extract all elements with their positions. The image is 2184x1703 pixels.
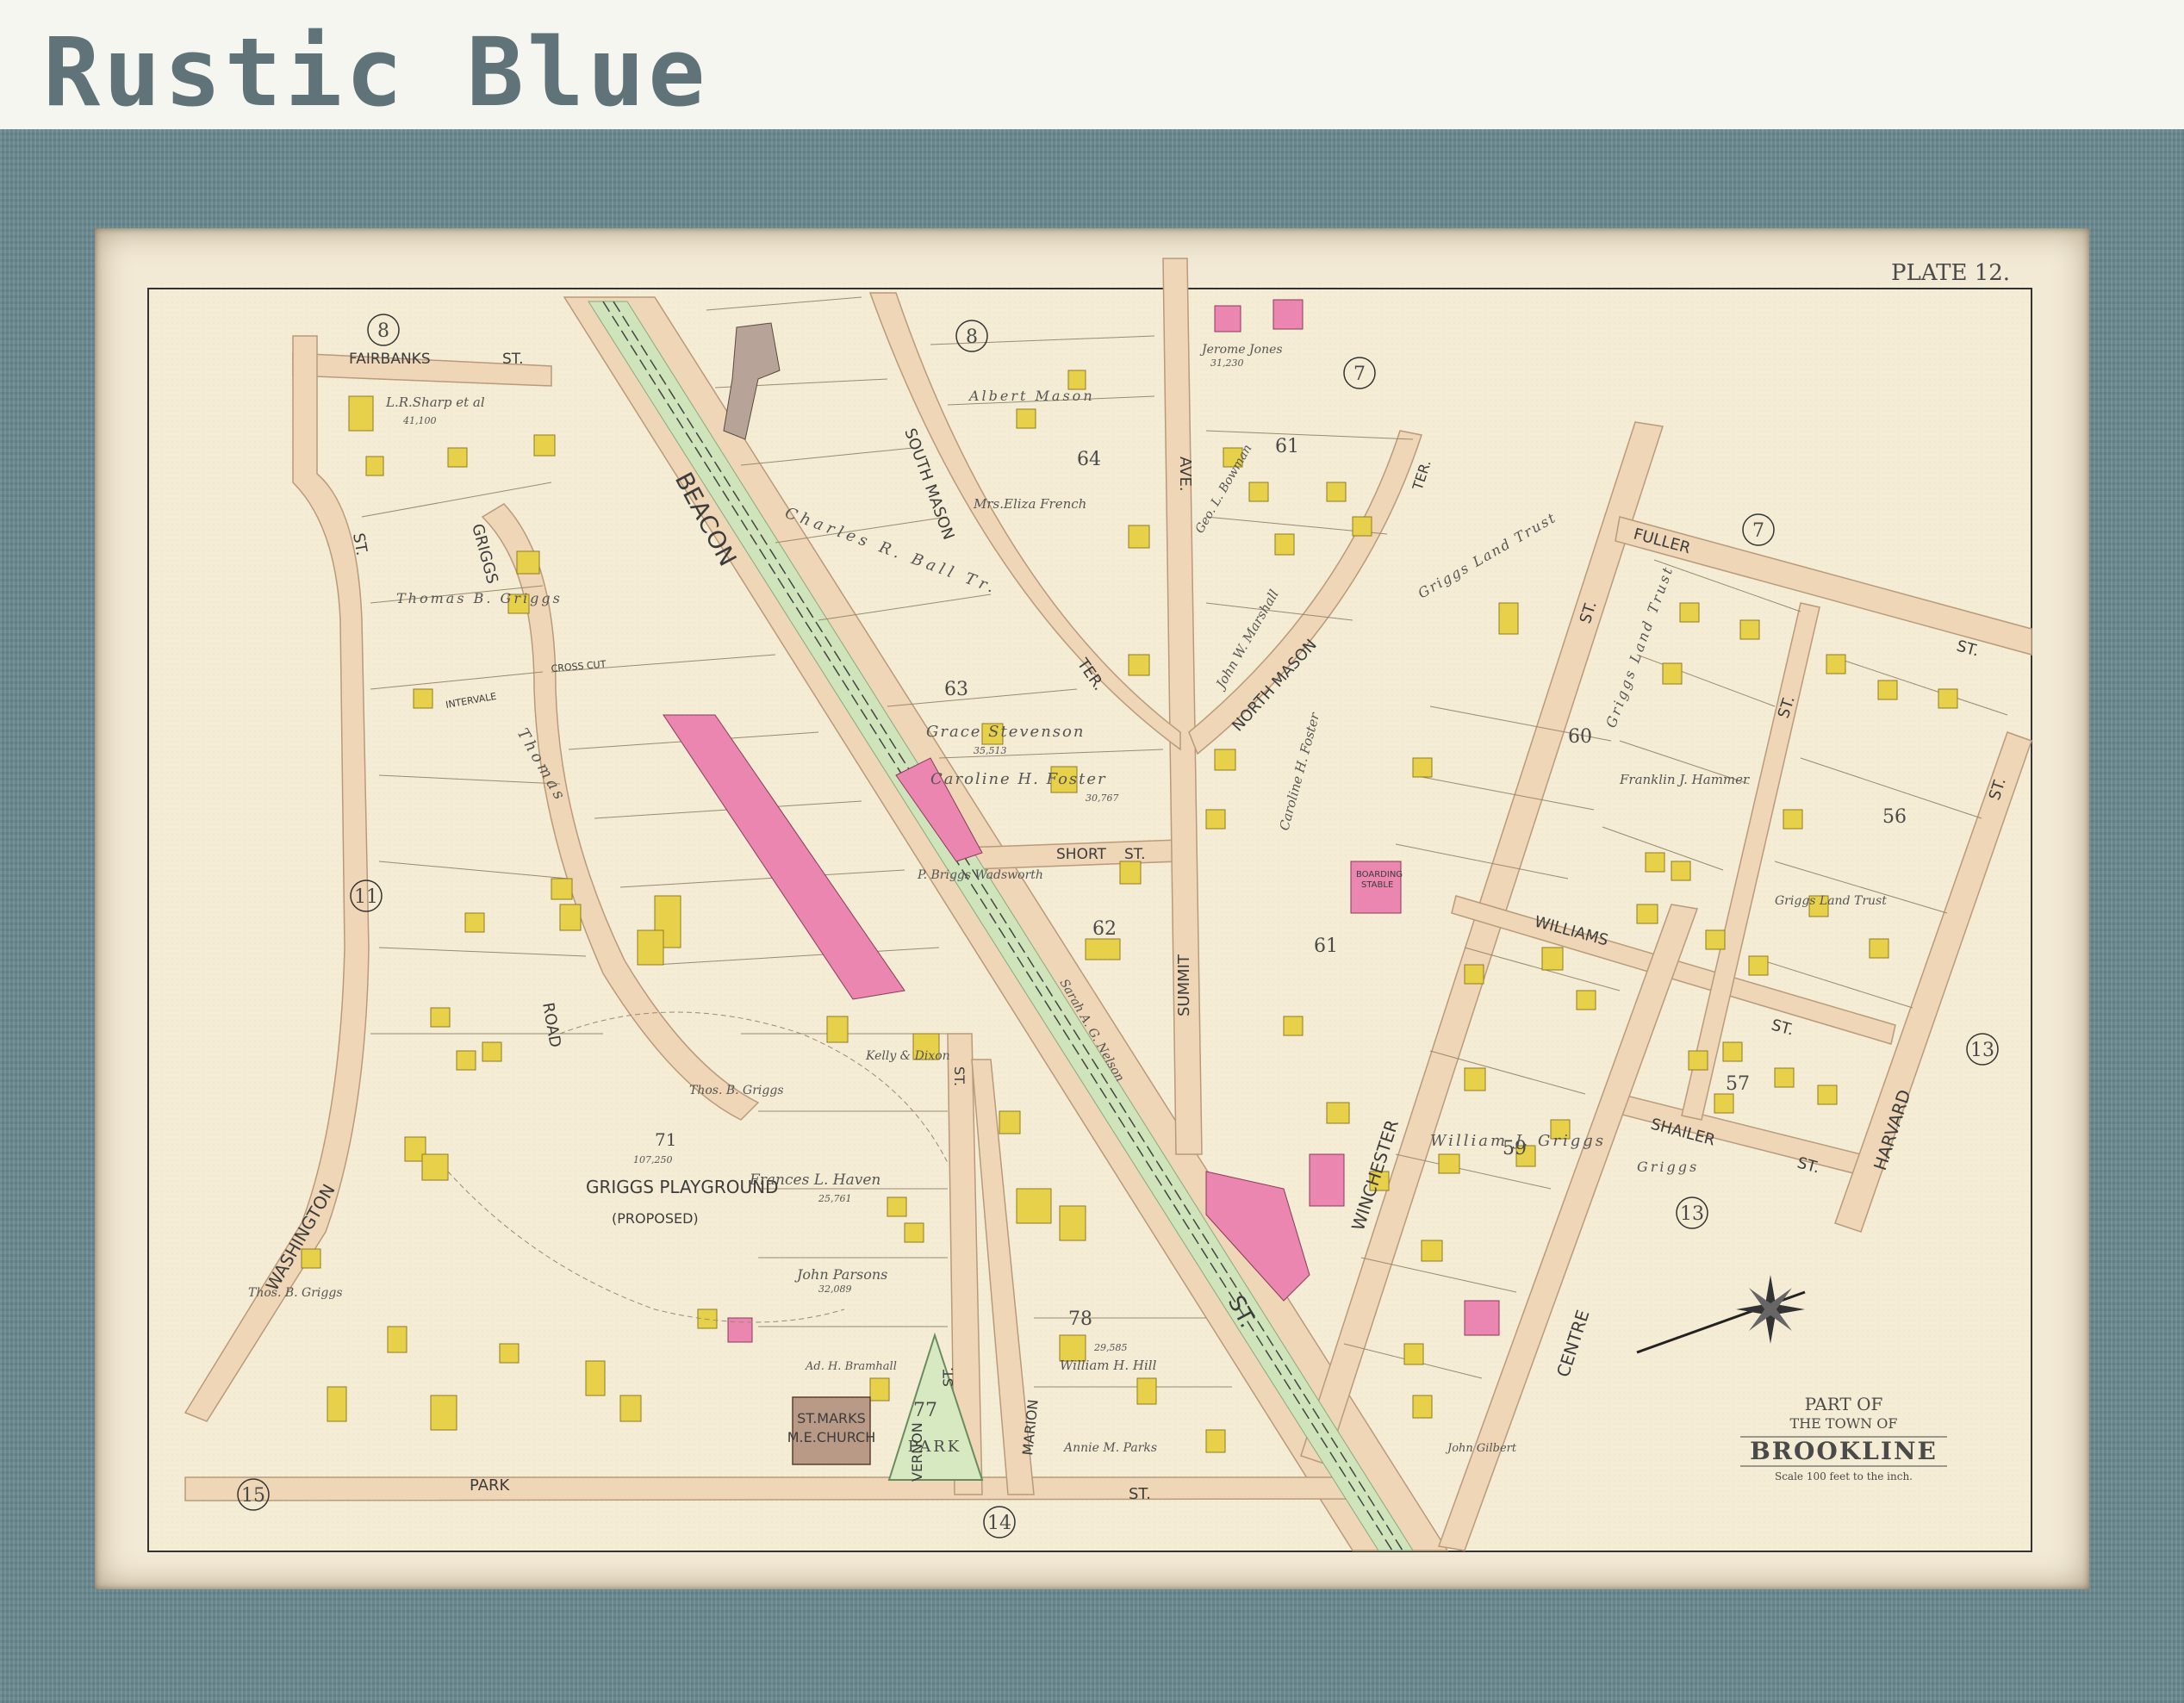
- section-number: 13: [1970, 1040, 1994, 1061]
- owner-label: Jerome Jones: [1199, 343, 1283, 357]
- owner-label: Griggs: [1637, 1159, 1699, 1175]
- brookline-map: PLATE 12. 8 8 7 7 11 13 13 15 14 64 63 6…: [147, 258, 2032, 1552]
- owner-label: P. Briggs Wadsworth: [917, 868, 1043, 882]
- street-park: [184, 1476, 1359, 1501]
- section-number: 7: [1353, 364, 1366, 385]
- section-number: 8: [377, 320, 389, 342]
- area-label: 35,513: [974, 745, 1007, 756]
- owner-label: Thos. B. Griggs: [248, 1286, 343, 1300]
- owner-label: Thomas B. Griggs: [396, 590, 563, 606]
- title-scale: Scale 100 feet to the inch.: [1775, 1470, 1913, 1482]
- church-label-2: M.E.CHURCH: [787, 1429, 876, 1445]
- owner-label: Grace Stevenson: [926, 723, 1085, 741]
- proposed-label: (PROPOSED): [612, 1210, 699, 1227]
- street-label-ave: AVE.: [1176, 457, 1194, 492]
- owner-label: Thos. B. Griggs: [689, 1084, 784, 1097]
- block-number: 61: [1275, 436, 1299, 457]
- plate-label: PLATE 12.: [1891, 260, 2010, 286]
- owner-label: Annie M. Parks: [1062, 1441, 1157, 1455]
- title-line2: THE TOWN OF: [1790, 1415, 1898, 1432]
- title-line3: BROOKLINE: [1750, 1437, 1938, 1465]
- section-number: 7: [1752, 520, 1764, 542]
- owner-label: Mrs.Eliza French: [973, 496, 1086, 512]
- block-number: 57: [1726, 1073, 1750, 1095]
- block-number: 62: [1092, 918, 1117, 940]
- block-number: 56: [1882, 806, 1907, 828]
- area-label: 32,089: [818, 1283, 852, 1295]
- owner-label: Franklin J. Hammer: [1619, 772, 1750, 787]
- street-label-st: ST.: [1124, 846, 1146, 863]
- park-label: PARK: [908, 1438, 961, 1456]
- area-label: 30,767: [1086, 792, 1119, 804]
- block-number: 78: [1068, 1308, 1092, 1330]
- owner-label: William J. Griggs: [1430, 1132, 1606, 1150]
- area-label: 31,230: [1210, 357, 1244, 369]
- area-label: 25,761: [818, 1193, 852, 1204]
- title-line1: PART OF: [1805, 1394, 1883, 1414]
- owner-label: John Parsons: [794, 1266, 887, 1283]
- street-label-st: ST.: [940, 1367, 956, 1387]
- owner-label: Kelly & Dixon: [865, 1049, 950, 1063]
- block-number: 64: [1077, 449, 1101, 470]
- stable-label-1: BOARDING: [1356, 870, 1403, 879]
- area-label: 41,100: [402, 415, 437, 426]
- block-number: 77: [913, 1400, 937, 1421]
- owner-label: Caroline H. Foster: [930, 770, 1107, 788]
- section-number: 8: [966, 326, 978, 348]
- street-label-st: ST.: [1129, 1485, 1151, 1503]
- area-label: 29,585: [1093, 1342, 1128, 1353]
- owner-label: Frances L. Haven: [749, 1172, 880, 1189]
- stable-label-2: STABLE: [1361, 880, 1393, 890]
- block-number: 60: [1568, 726, 1592, 748]
- street-label-short: SHORT: [1056, 846, 1107, 863]
- owner-label: Griggs Land Trust: [1775, 894, 1887, 908]
- section-number: 15: [241, 1485, 265, 1507]
- owner-label: William H. Hill: [1060, 1358, 1157, 1373]
- block-number: 63: [944, 679, 968, 700]
- owner-label: L.R.Sharp et al: [385, 395, 485, 410]
- owner-label: Albert Mason: [968, 388, 1095, 404]
- section-number: 11: [354, 886, 378, 908]
- owner-label: John Gilbert: [1445, 1442, 1517, 1455]
- owner-label: Ad. H. Bramhall: [805, 1360, 897, 1373]
- block-number: 71: [655, 1129, 676, 1150]
- area-label: 107,250: [633, 1154, 673, 1165]
- block-number: 61: [1314, 935, 1338, 957]
- street-label-summit: SUMMIT: [1175, 954, 1193, 1016]
- street-label-fairbanks: FAIRBANKS: [349, 351, 431, 368]
- street-label-park: PARK: [470, 1476, 511, 1495]
- church-label-1: ST.MARKS: [797, 1410, 866, 1426]
- street-label-st: ST.: [951, 1066, 968, 1086]
- section-number: 14: [987, 1513, 1011, 1534]
- street-label-st: ST.: [349, 531, 370, 556]
- street-label-st: ST.: [502, 351, 524, 368]
- section-number: 13: [1680, 1203, 1704, 1225]
